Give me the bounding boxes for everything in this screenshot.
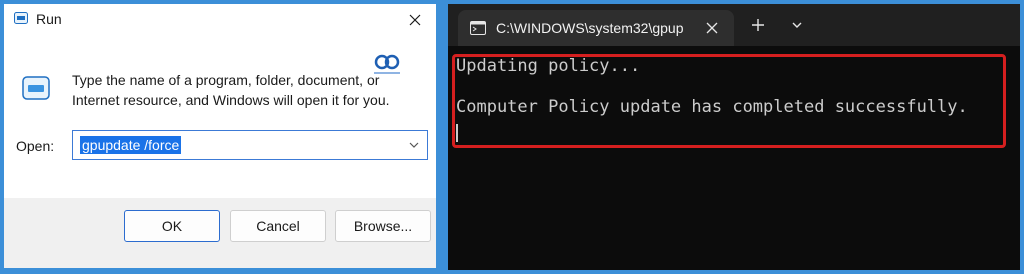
browse-button[interactable]: Browse... (335, 210, 431, 242)
terminal-line: Computer Policy update has completed suc… (456, 97, 968, 117)
run-button-bar: OK Cancel Browse... (4, 198, 436, 268)
open-combobox[interactable]: gpupdate /force (72, 130, 428, 160)
close-button[interactable] (402, 8, 428, 32)
run-app-icon (14, 12, 28, 24)
run-body: Type the name of a program, folder, docu… (4, 34, 436, 198)
open-input-value[interactable]: gpupdate /force (80, 136, 182, 154)
terminal-tab-title: C:\WINDOWS\system32\gpup (496, 20, 684, 36)
terminal-line: Updating policy... (456, 56, 641, 76)
chevron-down-icon[interactable] (790, 19, 804, 31)
command-prompt-icon (470, 21, 486, 35)
ok-button[interactable]: OK (124, 210, 220, 242)
terminal-tab[interactable]: C:\WINDOWS\system32\gpup (458, 10, 734, 46)
run-description: Type the name of a program, folder, docu… (72, 72, 390, 108)
close-icon[interactable] (704, 20, 720, 36)
terminal-output[interactable]: Updating policy... Computer Policy updat… (448, 46, 1020, 270)
run-title: Run (36, 11, 62, 27)
run-app-icon (22, 76, 50, 100)
run-dialog: Run Type the name of a program, folder, … (4, 4, 436, 268)
cancel-button[interactable]: Cancel (230, 210, 326, 242)
terminal-tab-bar: C:\WINDOWS\system32\gpup (448, 4, 1020, 46)
close-icon (409, 14, 421, 26)
run-title-bar: Run (4, 4, 436, 34)
text-cursor (456, 124, 458, 142)
open-label: Open: (16, 138, 55, 154)
plus-icon[interactable] (750, 17, 766, 33)
chevron-down-icon[interactable] (407, 139, 421, 151)
terminal-window: C:\WINDOWS\system32\gpup Updating policy… (448, 4, 1020, 270)
